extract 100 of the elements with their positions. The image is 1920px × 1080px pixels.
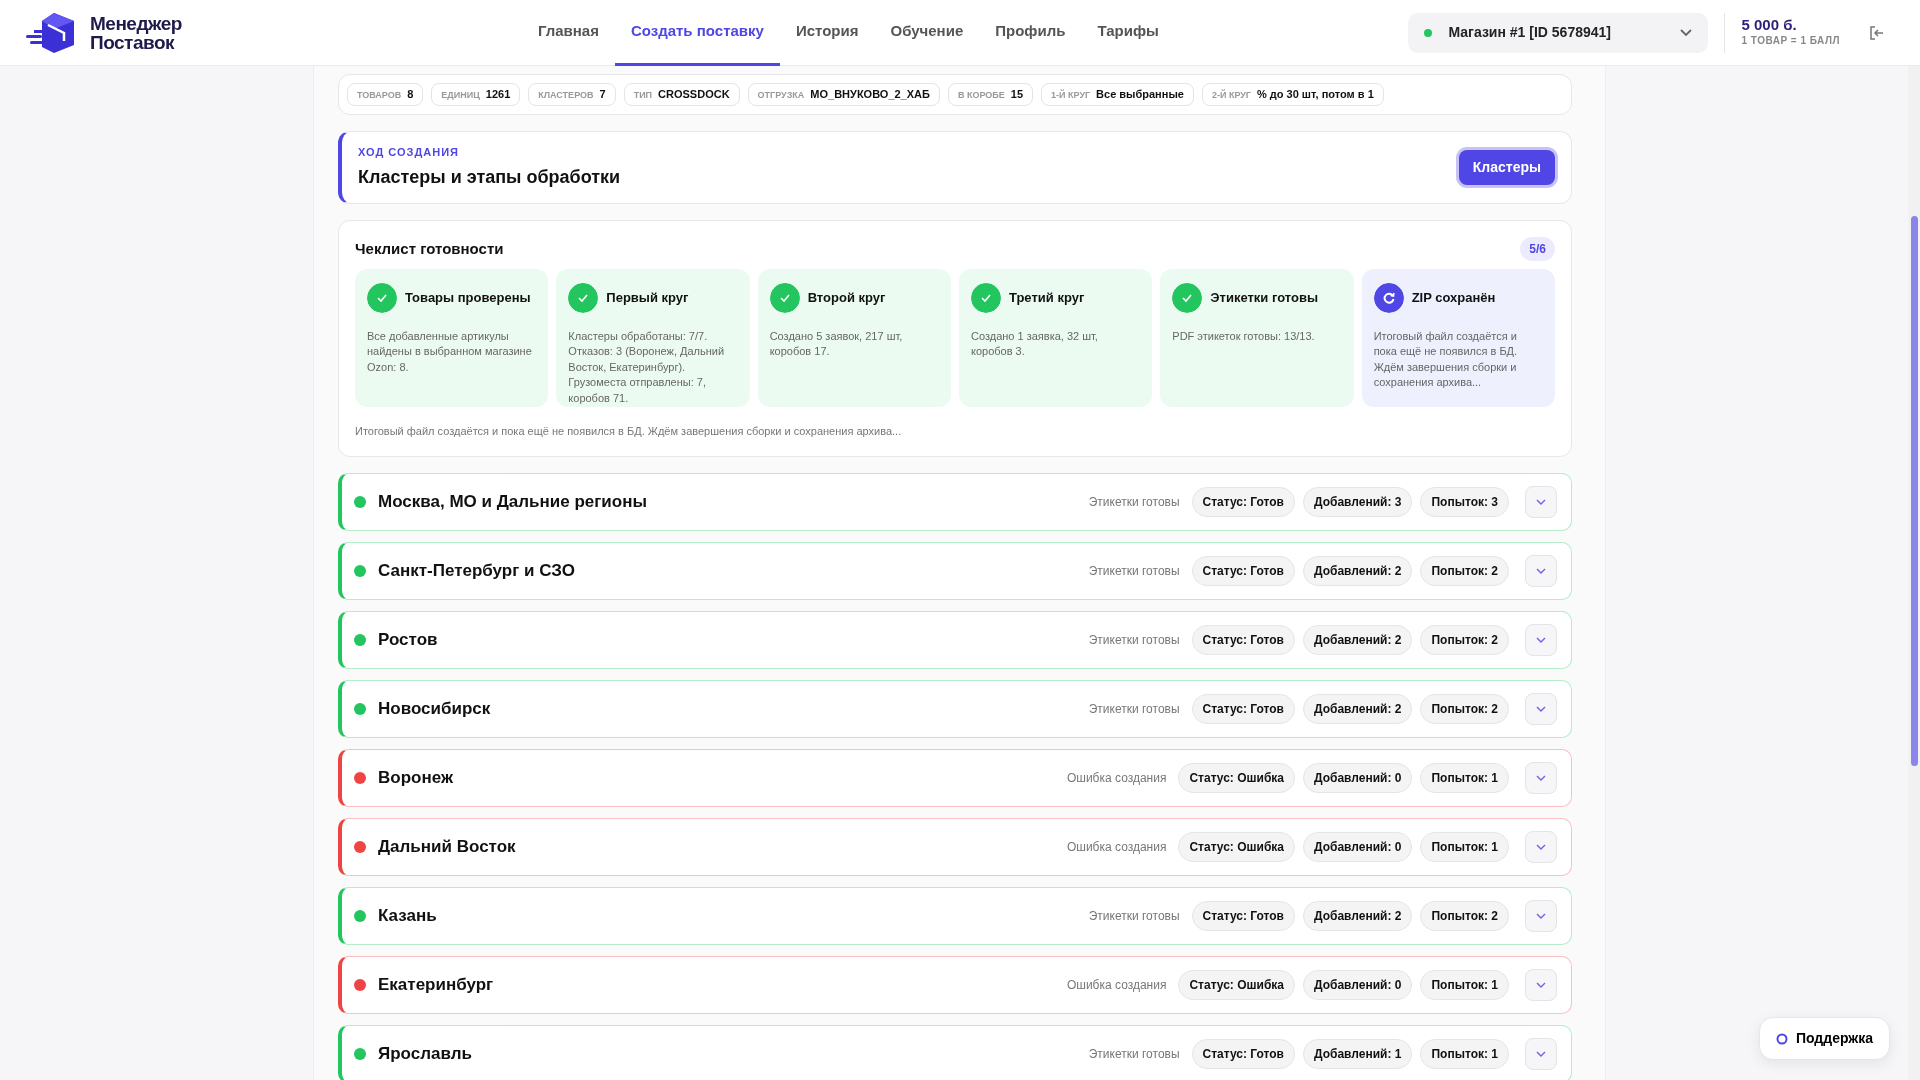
chevron-down-icon — [1536, 844, 1546, 851]
nav-tab[interactable]: Главная — [521, 0, 615, 66]
chevron-down-icon — [1536, 637, 1546, 644]
cluster-state: Этикетки готовы — [1088, 700, 1180, 718]
cluster-name: Казань — [378, 904, 437, 927]
checklist-item-text: Создано 5 заявок, 217 шт, коробов 17. — [769, 329, 904, 360]
summary-chip: ЕДИНИЦ 1261 — [431, 83, 521, 106]
attempts-chip: Попыток: 1 — [1420, 969, 1509, 1000]
help-icon — [1775, 1032, 1788, 1045]
expand-button[interactable] — [1525, 761, 1557, 794]
checklist-item-title: Первый круг — [606, 289, 689, 308]
expand-button[interactable] — [1525, 968, 1557, 1001]
nav-tab[interactable]: Тарифы — [1081, 0, 1175, 66]
checklist-item-text: Все добавленные артикулы найдены в выбранном магазине Ozon: 8. — [367, 329, 533, 375]
chevron-down-icon — [1680, 28, 1693, 37]
nav-tab[interactable]: Обучение — [874, 0, 980, 66]
balance-amount: 5 000 б. — [1741, 16, 1798, 34]
logout-icon[interactable] — [1870, 25, 1884, 40]
attempts-chip: Попыток: 1 — [1420, 762, 1509, 793]
added-chip: Добавлений: 0 — [1303, 969, 1413, 1000]
expand-button[interactable] — [1525, 830, 1557, 863]
added-chip: Добавлений: 0 — [1303, 762, 1413, 793]
cluster-row[interactable]: Казань Этикетки готовы Статус: Готов Добавлений: 2 Попыток: 2 — [338, 886, 1572, 945]
summary-chip: КЛАСТЕРОВ 7 — [528, 83, 616, 106]
attempts-chip: Попыток: 3 — [1420, 486, 1509, 517]
expand-button[interactable] — [1525, 623, 1557, 656]
cluster-state: Этикетки готовы — [1088, 493, 1180, 511]
nav-tab[interactable]: История — [779, 0, 875, 66]
cluster-name: Екатеринбург — [378, 973, 494, 996]
section-eyebrow: ХОД СОЗДАНИЯ — [358, 144, 460, 160]
expand-button[interactable] — [1525, 692, 1557, 725]
cluster-state: Ошибка создания — [1066, 838, 1167, 856]
added-chip: Добавлений: 2 — [1303, 555, 1413, 586]
summary-chip: В КОРОБЕ 15 — [947, 83, 1034, 106]
cluster-row[interactable]: Екатеринбург Ошибка создания Статус: Ошибка Добавлений: 0 Попыток: 1 — [338, 955, 1572, 1014]
cluster-name: Ярославль — [378, 1042, 472, 1065]
cluster-state: Этикетки готовы — [1088, 1045, 1180, 1063]
check-icon — [1172, 283, 1203, 313]
check-icon — [769, 283, 800, 313]
cluster-name: Воронеж — [378, 766, 453, 789]
checklist-item-text: Кластеры обработаны: 7/7. Отказов: 3 (Воронеж, Дальний Восток, Екатеринбург). Грузоместа отправлены: 7, коробов 71. — [568, 329, 726, 406]
added-chip: Добавлений: 2 — [1303, 900, 1413, 931]
added-chip: Добавлений: 2 — [1303, 693, 1413, 724]
chevron-down-icon — [1536, 982, 1546, 989]
store-select[interactable]: Магазин #1 [ID 5678941] — [1408, 12, 1709, 53]
nav-tab[interactable]: Профиль — [979, 0, 1082, 66]
cluster-state: Этикетки готовы — [1088, 907, 1180, 925]
cluster-name: Дальний Восток — [378, 835, 516, 858]
checklist-title: Чеклист готовности — [355, 238, 504, 259]
cluster-row[interactable]: Новосибирск Этикетки готовы Статус: Готов Добавлений: 2 Попыток: 2 — [338, 679, 1572, 738]
checklist-item-text: Создано 1 заявка, 32 шт, коробов 3. — [971, 329, 1099, 360]
cluster-row[interactable]: Ярославль Этикетки готовы Статус: Готов Добавлений: 1 Попыток: 1 — [338, 1024, 1572, 1080]
expand-button[interactable] — [1525, 899, 1557, 932]
attempts-chip: Попыток: 1 — [1420, 1038, 1509, 1069]
summary-chip: ТОВАРОВ 8 — [347, 83, 424, 106]
chevron-down-icon — [1536, 775, 1546, 782]
progress-count: 5/6 — [1520, 237, 1555, 261]
attempts-chip: Попыток: 2 — [1420, 555, 1509, 586]
summary-chip: 2-Й КРУГ % до 30 шт, потом в 1 — [1201, 83, 1384, 106]
cluster-name: Москва, МО и Дальние регионы — [378, 490, 647, 513]
clusters-button[interactable]: Кластеры — [1458, 149, 1555, 185]
cluster-state: Этикетки готовы — [1088, 562, 1180, 580]
summary-chip: ОТГРУЗКА MO_ВНУКОВО_2_ХАБ — [747, 83, 940, 106]
checklist-item-title: ZIP сохранён — [1411, 289, 1496, 308]
status-chip: Статус: Ошибка — [1178, 969, 1295, 1000]
cluster-name: Санкт-Петербург и СЗО — [378, 559, 575, 582]
scrollbar-thumb[interactable] — [1911, 216, 1918, 766]
cluster-row[interactable]: Воронеж Ошибка создания Статус: Ошибка Добавлений: 0 Попыток: 1 — [338, 748, 1572, 807]
status-chip: Статус: Готов — [1191, 1038, 1295, 1069]
cluster-row[interactable]: Москва, МО и Дальние регионы Этикетки готовы Статус: Готов Добавлений: 3 Попыток: 3 — [338, 472, 1572, 531]
checklist-item-text: Итоговый файл создаётся и пока ещё не появился в БД. Ждём завершения сборки и сохранения архива... — [1373, 329, 1519, 391]
cluster-row[interactable]: Ростов Этикетки готовы Статус: Готов Добавлений: 2 Попыток: 2 — [338, 610, 1572, 669]
summary-chip: ТИП CROSSDOCK — [623, 83, 740, 106]
expand-button[interactable] — [1525, 554, 1557, 587]
support-button[interactable]: Поддержка — [1758, 1017, 1890, 1060]
attempts-chip: Попыток: 2 — [1420, 900, 1509, 931]
check-icon — [367, 283, 397, 313]
cluster-row[interactable]: Дальний Восток Ошибка создания Статус: Ошибка Добавлений: 0 Попыток: 1 — [338, 817, 1572, 876]
cluster-row[interactable]: Санкт-Петербург и СЗО Этикетки готовы Статус: Готов Добавлений: 2 Попыток: 2 — [338, 541, 1572, 600]
cluster-state: Этикетки готовы — [1088, 631, 1180, 649]
checklist-item-title: Товары проверены — [405, 289, 531, 308]
status-chip: Статус: Готов — [1191, 624, 1295, 655]
status-chip: Статус: Готов — [1191, 486, 1295, 517]
checklist-item-title: Третий круг — [1009, 289, 1085, 308]
check-icon — [568, 283, 599, 313]
status-chip: Статус: Готов — [1191, 555, 1295, 586]
cluster-state: Ошибка создания — [1066, 769, 1167, 787]
status-chip: Статус: Ошибка — [1178, 762, 1295, 793]
expand-button[interactable] — [1525, 1037, 1557, 1070]
chevron-down-icon — [1536, 1051, 1546, 1058]
cluster-name: Новосибирск — [378, 697, 491, 720]
chevron-down-icon — [1536, 913, 1546, 920]
expand-button[interactable] — [1525, 485, 1557, 518]
status-chip: Статус: Готов — [1191, 693, 1295, 724]
cluster-name: Ростов — [378, 628, 438, 651]
attempts-chip: Попыток: 1 — [1420, 831, 1509, 862]
added-chip: Добавлений: 0 — [1303, 831, 1413, 862]
added-chip: Добавлений: 1 — [1303, 1038, 1413, 1069]
checklist-item-text: PDF этикеток готовы: 13/13. — [1172, 329, 1316, 344]
scrollbar[interactable] — [1908, 66, 1920, 1080]
